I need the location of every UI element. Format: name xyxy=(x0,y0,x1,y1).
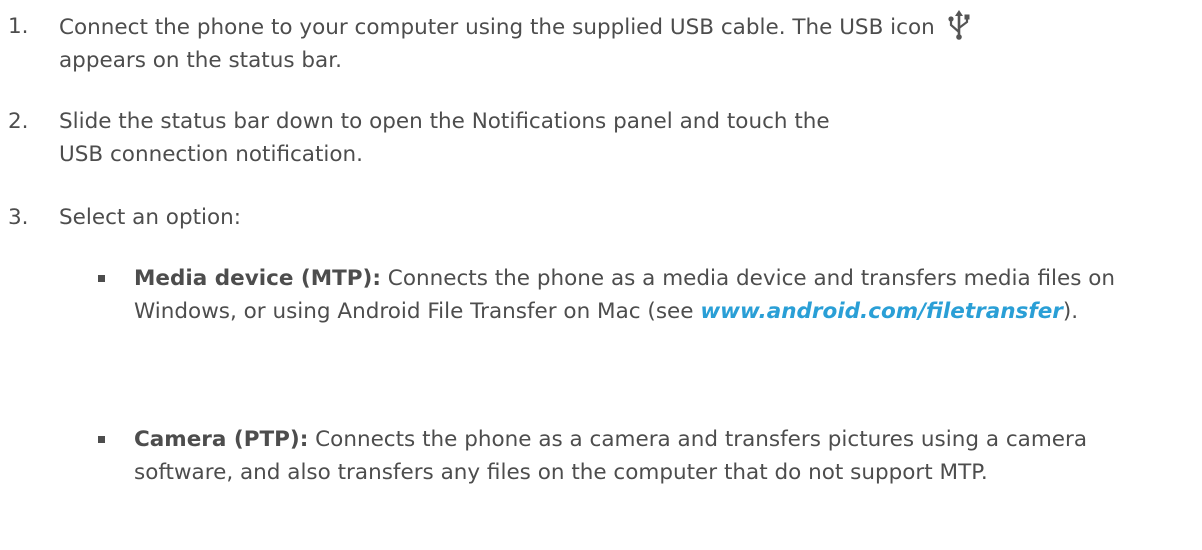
step-text: Slide the status bar down to open the No… xyxy=(59,109,830,167)
usb-icon xyxy=(947,10,970,40)
option-term: Camera (PTP): xyxy=(134,427,309,452)
step-text: Select an option: xyxy=(59,205,242,230)
option-description-end: ). xyxy=(1062,299,1079,324)
option-term: Media device (MTP): xyxy=(134,266,381,291)
option-text: Camera (PTP): Connects the phone as a ca… xyxy=(134,423,1174,489)
step-number: 1. xyxy=(8,14,29,39)
filetransfer-link[interactable]: www.android.com/filetransfer xyxy=(700,299,1063,324)
bullet-square-icon xyxy=(98,275,105,282)
step-text: Connect the phone to your computer using… xyxy=(59,10,1169,77)
manual-page: 1. Connect the phone to your computer us… xyxy=(0,0,1202,550)
bullet-square-icon xyxy=(98,436,105,443)
step-text-part: appears on the status bar. xyxy=(59,48,342,73)
option-text: Media device (MTP): Connects the phone a… xyxy=(134,262,1174,328)
step-number: 3. xyxy=(8,205,29,230)
step-number: 2. xyxy=(8,109,29,134)
step-text-part: Connect the phone to your computer using… xyxy=(59,15,935,40)
